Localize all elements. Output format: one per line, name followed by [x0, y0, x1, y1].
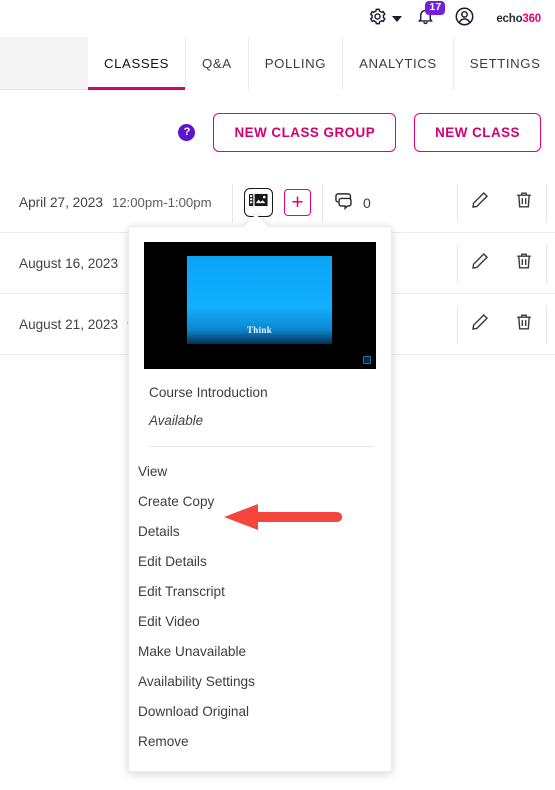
settings-menu-button[interactable] [364, 0, 406, 37]
thumbnail-wrap: Think [129, 227, 391, 369]
annotation-arrow-icon [218, 502, 344, 537]
logo-360-text: 360 [522, 12, 541, 25]
new-class-button[interactable]: NEW CLASS [414, 112, 541, 152]
menu-item-download-original[interactable]: Download Original [129, 696, 391, 726]
tab-classes[interactable]: CLASSES [88, 37, 187, 90]
action-row: ? NEW CLASS GROUP NEW CLASS [0, 92, 555, 172]
pencil-icon [470, 251, 490, 276]
edit-class-button[interactable] [458, 172, 502, 233]
class-time: 12:00pm-1:00pm [111, 194, 212, 210]
add-media-button[interactable]: + [284, 189, 311, 216]
thumbnail-caption: Think [246, 325, 273, 335]
divider [546, 244, 547, 283]
video-thumbnail[interactable]: Think [144, 242, 376, 369]
class-date: August 16, 2023 [19, 255, 119, 271]
top-bar: 17 echo 360 [0, 0, 555, 37]
delete-class-button[interactable] [502, 233, 546, 294]
edit-class-button[interactable] [458, 294, 502, 355]
row-actions [457, 294, 547, 355]
new-class-group-button[interactable]: NEW CLASS GROUP [213, 112, 397, 152]
menu-item-remove[interactable]: Remove [129, 726, 391, 756]
row-actions [457, 233, 547, 294]
row-actions [457, 172, 547, 233]
pencil-icon [470, 190, 490, 215]
tab-polling[interactable]: POLLING [248, 37, 344, 90]
tab-qa[interactable]: Q&A [186, 37, 249, 90]
tab-settings-label: SETTINGS [469, 56, 541, 71]
trash-icon [514, 251, 534, 276]
divider [232, 183, 233, 222]
delete-class-button[interactable] [502, 294, 546, 355]
popup-menu: View Create Copy Details Edit Details Ed… [129, 447, 391, 756]
tab-analytics-label: ANALYTICS [359, 56, 437, 71]
delete-class-button[interactable] [502, 172, 546, 233]
tab-list: CLASSES Q&A POLLING ANALYTICS SETTINGS S… [88, 37, 555, 90]
trash-icon [514, 190, 534, 215]
comment-bubbles-icon [334, 191, 356, 215]
media-stack-button[interactable] [244, 188, 273, 217]
comment-count: 0 [363, 194, 371, 211]
status-badge: Available [149, 413, 204, 428]
help-icon[interactable]: ? [178, 123, 196, 141]
menu-item-edit-video[interactable]: Edit Video [129, 606, 391, 636]
trash-icon [514, 312, 534, 337]
notifications-button[interactable]: 17 [406, 0, 446, 37]
table-row[interactable]: April 27, 2023 12:00pm-1:00pm + 0 [0, 172, 555, 233]
menu-item-edit-details[interactable]: Edit Details [129, 546, 391, 576]
app-root: 17 echo 360 CLASSES Q&A POLLING ANALYTICS… [0, 0, 555, 790]
edit-class-button[interactable] [458, 233, 502, 294]
menu-item-edit-transcript[interactable]: Edit Transcript [129, 576, 391, 606]
divider [546, 183, 547, 222]
menu-item-availability-settings[interactable]: Availability Settings [129, 666, 391, 696]
popup-title: Course Introduction [149, 385, 268, 400]
chevron-down-icon [392, 15, 403, 22]
echo360-logo: echo 360 [496, 13, 541, 25]
tab-strip: CLASSES Q&A POLLING ANALYTICS SETTINGS S… [0, 37, 555, 90]
tab-settings[interactable]: SETTINGS [453, 37, 555, 90]
tab-analytics[interactable]: ANALYTICS [343, 37, 454, 90]
notification-badge: 17 [425, 1, 446, 16]
media-context-popup: Think Course Introduction Available View… [128, 226, 392, 772]
gear-icon [368, 7, 387, 31]
user-account-button[interactable] [444, 0, 484, 37]
divider [322, 183, 323, 222]
tab-polling-label: POLLING [264, 56, 327, 71]
logo-echo-text: echo [496, 12, 523, 25]
class-date: August 21, 2023 [19, 316, 119, 332]
media-stack-icon [249, 192, 268, 213]
divider [546, 305, 547, 344]
tab-classes-label: CLASSES [104, 56, 170, 71]
menu-item-view[interactable]: View [129, 456, 391, 486]
class-date: April 27, 2023 [19, 194, 103, 210]
menu-item-make-unavailable[interactable]: Make Unavailable [129, 636, 391, 666]
thumbnail-badge-icon [363, 356, 371, 364]
comments-group[interactable]: 0 [334, 191, 371, 215]
user-avatar-icon [454, 6, 475, 32]
thumbnail-image: Think [187, 256, 332, 344]
pencil-icon [470, 312, 490, 337]
tab-qa-label: Q&A [202, 56, 232, 71]
